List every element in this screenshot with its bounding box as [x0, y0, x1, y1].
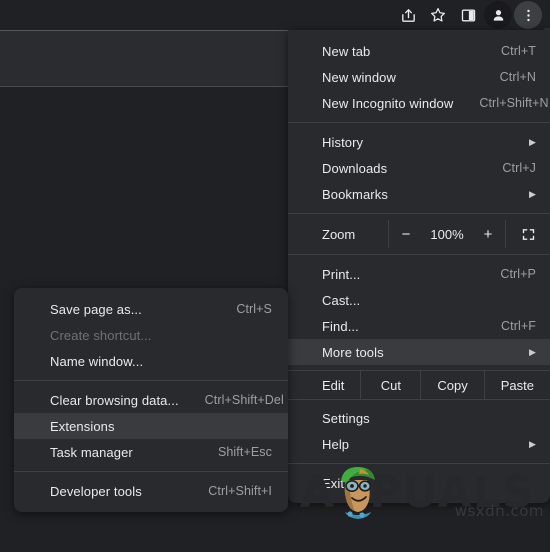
- menu-item-shortcut: Ctrl+T: [501, 44, 536, 58]
- menu-item-label: New tab: [322, 43, 371, 59]
- submenu-item-developer-tools[interactable]: Developer tools Ctrl+Shift+I: [14, 478, 288, 504]
- watermark-site-text: wsxdn.com: [454, 502, 544, 520]
- submenu-item-extensions[interactable]: Extensions: [14, 413, 288, 439]
- share-icon[interactable]: [394, 1, 422, 29]
- bookmark-star-icon[interactable]: [424, 1, 452, 29]
- submenu-item-label: Task manager: [50, 444, 133, 460]
- menu-separator: [288, 399, 550, 400]
- submenu-item-name-window[interactable]: Name window...: [14, 348, 288, 374]
- submenu-item-clear-browsing-data[interactable]: Clear browsing data... Ctrl+Shift+Del: [14, 387, 288, 413]
- paste-button[interactable]: Paste: [483, 371, 550, 399]
- submenu-separator: [14, 471, 288, 472]
- zoom-in-button[interactable]: +: [471, 220, 505, 248]
- menu-item-print[interactable]: Print... Ctrl+P: [288, 261, 550, 287]
- appuals-watermark: A PUALS wsxdn.com: [300, 462, 550, 524]
- submenu-item-shortcut: Shift+Esc: [217, 445, 272, 459]
- profile-avatar-icon[interactable]: [484, 1, 512, 29]
- menu-item-shortcut: Ctrl+F: [501, 319, 536, 333]
- menu-item-label: New Incognito window: [322, 95, 454, 111]
- menu-item-find[interactable]: Find... Ctrl+F: [288, 313, 550, 339]
- submenu-item-save-page-as[interactable]: Save page as... Ctrl+S: [14, 296, 288, 322]
- menu-item-shortcut: Ctrl+P: [500, 267, 536, 281]
- menu-separator: [288, 254, 550, 255]
- menu-item-shortcut: Ctrl+J: [502, 161, 536, 175]
- chevron-right-icon: ▶: [528, 188, 536, 199]
- submenu-item-shortcut: Ctrl+S: [236, 302, 272, 316]
- menu-item-new-tab[interactable]: New tab Ctrl+T: [288, 38, 550, 64]
- menu-item-new-incognito-window[interactable]: New Incognito window Ctrl+Shift+N: [288, 90, 550, 116]
- menu-item-downloads[interactable]: Downloads Ctrl+J: [288, 155, 550, 181]
- edit-row: Edit Cut Copy Paste: [288, 371, 550, 399]
- submenu-item-label: Save page as...: [50, 301, 142, 317]
- menu-item-label: Downloads: [322, 160, 388, 176]
- menu-separator: [288, 213, 550, 214]
- menu-item-label: Print...: [322, 266, 361, 282]
- zoom-level-value: 100%: [430, 226, 464, 242]
- chevron-right-icon: ▶: [528, 438, 536, 449]
- menu-item-label: History: [322, 134, 364, 150]
- submenu-item-label: Developer tools: [50, 483, 142, 499]
- edit-actions: Cut Copy Paste: [360, 371, 550, 399]
- submenu-item-label: Create shortcut...: [50, 327, 152, 343]
- menu-separator: [288, 122, 550, 123]
- submenu-item-task-manager[interactable]: Task manager Shift+Esc: [14, 439, 288, 465]
- menu-item-label: Help: [322, 436, 350, 452]
- submenu-item-shortcut: Ctrl+Shift+I: [208, 484, 272, 498]
- more-tools-submenu: Save page as... Ctrl+S Create shortcut..…: [14, 288, 288, 512]
- submenu-item-label: Extensions: [50, 418, 115, 434]
- menu-item-label: More tools: [322, 344, 384, 360]
- submenu-item-create-shortcut: Create shortcut...: [14, 322, 288, 348]
- three-dot-menu-icon[interactable]: [514, 1, 542, 29]
- menu-item-settings[interactable]: Settings: [288, 405, 550, 431]
- menu-item-more-tools[interactable]: More tools ▶: [288, 339, 550, 365]
- menu-item-history[interactable]: History ▶: [288, 129, 550, 155]
- menu-item-help[interactable]: Help ▶: [288, 431, 550, 457]
- menu-item-label: Settings: [322, 410, 370, 426]
- menu-item-label: Find...: [322, 318, 359, 334]
- menu-item-shortcut: Ctrl+N: [499, 70, 536, 84]
- toolbar-icon-group: [394, 0, 542, 30]
- edit-label: Edit: [322, 377, 345, 393]
- submenu-item-label: Name window...: [50, 353, 144, 369]
- zoom-label: Zoom: [322, 226, 356, 242]
- chrome-main-menu: New tab Ctrl+T New window Ctrl+N New Inc…: [288, 30, 550, 503]
- copy-button[interactable]: Copy: [420, 371, 483, 399]
- chevron-right-icon: ▶: [528, 136, 536, 147]
- menu-item-cast[interactable]: Cast...: [288, 287, 550, 313]
- menu-item-label: Bookmarks: [322, 186, 388, 202]
- zoom-out-button[interactable]: −: [389, 220, 423, 248]
- menu-item-new-window[interactable]: New window Ctrl+N: [288, 64, 550, 90]
- appuals-mascot-icon: [332, 464, 384, 520]
- fullscreen-icon[interactable]: [506, 220, 550, 248]
- menu-item-bookmarks[interactable]: Bookmarks ▶: [288, 181, 550, 207]
- side-panel-icon[interactable]: [454, 1, 482, 29]
- menu-item-shortcut: Ctrl+Shift+N: [479, 96, 549, 110]
- menu-item-label: New window: [322, 69, 396, 85]
- menu-item-label: Cast...: [322, 292, 361, 308]
- chevron-right-icon: ▶: [528, 346, 536, 357]
- watermark-brand-prefix: A: [300, 467, 336, 518]
- submenu-item-shortcut: Ctrl+Shift+Del: [204, 393, 284, 407]
- browser-window: New tab Ctrl+T New window Ctrl+N New Inc…: [0, 0, 550, 552]
- zoom-controls: − 100% +: [389, 220, 505, 248]
- zoom-row: Zoom − 100% +: [288, 220, 550, 248]
- submenu-separator: [14, 380, 288, 381]
- cut-button[interactable]: Cut: [360, 371, 420, 399]
- submenu-item-label: Clear browsing data...: [50, 392, 179, 408]
